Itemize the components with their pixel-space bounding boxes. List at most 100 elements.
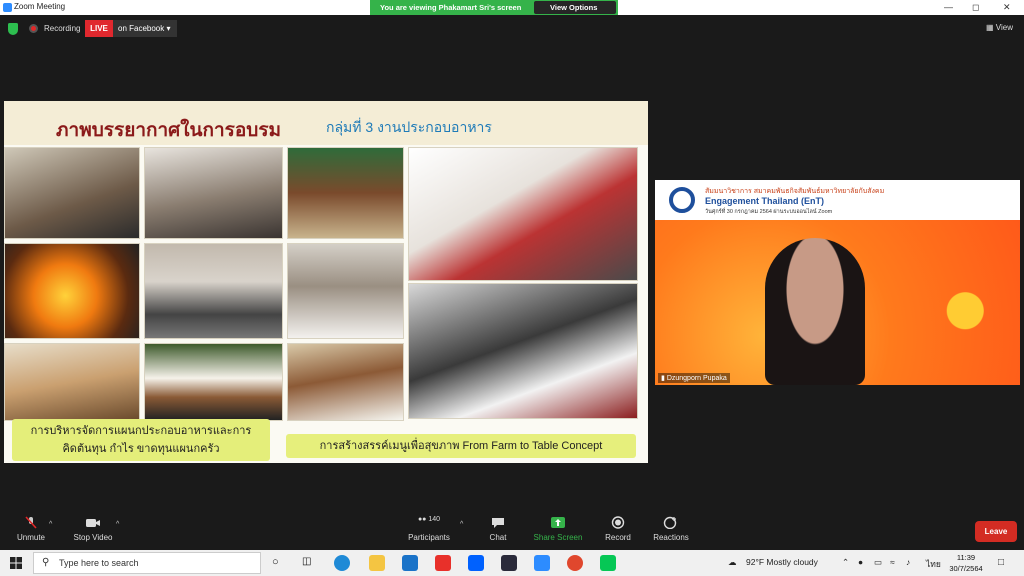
maximize-icon[interactable]: ◻ xyxy=(972,2,979,13)
video-options-caret-icon[interactable]: ^ xyxy=(116,521,119,528)
share-screen-label: Share Screen xyxy=(533,533,583,542)
meeting-status-bar: Recording LIVE on Facebook ▾ ▦ View xyxy=(0,16,1024,42)
windows-taskbar: ⚲ Type here to search ○ ◫ ☁ 92°F Mostly … xyxy=(0,550,1024,576)
weather-text[interactable]: 92°F Mostly cloudy xyxy=(746,557,818,567)
leave-button[interactable]: Leave xyxy=(975,521,1017,542)
share-screen-icon xyxy=(551,517,565,528)
signal-icon: ▮ xyxy=(661,375,665,382)
recording-icon xyxy=(29,24,38,33)
chat-button[interactable]: Chat xyxy=(485,516,511,542)
notification-icon[interactable]: □ xyxy=(998,557,1004,568)
photo-buffet xyxy=(287,343,404,421)
meeting-toolbar: Unmute ^ Stop Video ^ ●● 140 Participant… xyxy=(0,513,1024,549)
slide-caption-left: การบริหารจัดการแผนกประกอบอาหารและการ คิด… xyxy=(12,419,270,461)
weather-icon[interactable]: ☁ xyxy=(728,557,737,568)
windows-start-icon[interactable] xyxy=(10,557,22,569)
participants-caret-icon[interactable]: ^ xyxy=(460,521,463,528)
slide-subhead: กลุ่มที่ 3 งานประกอบอาหาร xyxy=(326,119,492,135)
slide-headline: ภาพบรรยากาศในการอบรม xyxy=(56,120,282,141)
unmute-button[interactable]: Unmute xyxy=(14,516,48,542)
banner-line-2: Engagement Thailand (EnT) xyxy=(705,196,825,206)
photo-plating xyxy=(408,283,638,419)
grid-icon: ▦ xyxy=(986,23,994,32)
participants-count-row: ●● 140 xyxy=(404,516,454,533)
recording-label: Recording xyxy=(44,24,81,33)
security-shield-icon[interactable] xyxy=(8,23,18,35)
view-button[interactable]: ▦ View xyxy=(986,23,1013,32)
reactions-button[interactable]: Reactions xyxy=(651,516,691,542)
zoom-logo-icon xyxy=(3,3,12,12)
unmute-label: Unmute xyxy=(16,533,45,542)
chrome-icon[interactable] xyxy=(567,555,583,571)
clock-date: 30/7/2564 xyxy=(949,564,983,573)
video-camera-icon xyxy=(86,519,100,527)
wifi-icon[interactable]: ≈ xyxy=(890,557,895,567)
tray-chevron-icon[interactable]: ⌃ xyxy=(842,557,849,568)
speaker-name-tag: ▮ Dzungporn Pupaka xyxy=(658,373,730,383)
clock-time: 11:39 xyxy=(956,553,976,562)
stop-video-button[interactable]: Stop Video xyxy=(70,516,116,542)
live-target-dropdown[interactable]: on Facebook ▾ xyxy=(113,20,177,37)
minimize-icon[interactable]: — xyxy=(944,2,953,12)
ent-logo-icon xyxy=(669,187,695,213)
record-button[interactable]: Record xyxy=(602,516,634,542)
record-label: Record xyxy=(605,533,631,542)
participants-count: 140 xyxy=(428,516,441,523)
battery-icon[interactable]: ▭ xyxy=(874,557,882,568)
photo-group-chefs xyxy=(144,243,283,339)
edge-icon[interactable] xyxy=(334,555,350,571)
slide-caption-right: การสร้างสรรค์เมนูเพื่อสุขภาพ From Farm t… xyxy=(286,434,636,458)
banner-line-3: วันศุกร์ที่ 30 กรกฎาคม 2564 ผ่านระบบออนไ… xyxy=(705,209,833,215)
record-icon xyxy=(611,516,625,529)
smiley-plus-icon xyxy=(663,516,677,529)
search-icon: ⚲ xyxy=(42,557,50,568)
close-icon[interactable]: ✕ xyxy=(1003,2,1011,13)
speaker-person xyxy=(765,238,865,385)
reactions-label: Reactions xyxy=(653,533,689,542)
language-indicator[interactable]: ไทย xyxy=(926,557,941,571)
app-red-icon[interactable] xyxy=(435,555,451,571)
dropbox-icon[interactable] xyxy=(468,555,484,571)
taskbar-search-box[interactable]: ⚲ Type here to search xyxy=(33,552,261,574)
speaker-name: Dzungporn Pupaka xyxy=(666,375,727,382)
photo-chef-demo xyxy=(144,147,283,239)
live-target-label: on Facebook xyxy=(118,24,165,33)
cortana-icon[interactable]: ○ xyxy=(272,556,279,568)
photo-classroom xyxy=(4,343,140,421)
window-titlebar: Zoom Meeting You are viewing Phakamart S… xyxy=(0,0,1024,15)
participants-button[interactable]: ●● 140 Participants xyxy=(404,516,454,542)
line-icon[interactable] xyxy=(600,555,616,571)
app-dark-icon[interactable] xyxy=(501,555,517,571)
photo-chef-grilling xyxy=(408,147,638,281)
speaker-volume-icon[interactable]: ♪ xyxy=(906,557,910,567)
task-view-icon[interactable]: ◫ xyxy=(302,556,311,567)
view-options-button[interactable]: View Options xyxy=(534,1,616,14)
chat-bubble-icon xyxy=(492,518,504,528)
chat-label: Chat xyxy=(489,533,507,542)
microphone-muted-icon xyxy=(25,516,37,529)
mic-tray-icon[interactable]: ● xyxy=(858,557,863,567)
photo-flambe xyxy=(4,243,140,339)
stop-video-label: Stop Video xyxy=(73,533,113,542)
photo-students-cooking xyxy=(4,147,140,239)
photo-dessert-platter xyxy=(144,343,283,421)
caption-left-line-1: การบริหารจัดการแผนกประกอบอาหารและการ xyxy=(30,425,252,437)
file-explorer-icon[interactable] xyxy=(369,555,385,571)
speaker-video-tile[interactable]: สัมมนาวิชาการ สมาคมพันธกิจสัมพันธ์มหาวิท… xyxy=(655,180,1020,385)
speaker-banner: สัมมนาวิชาการ สมาคมพันธกิจสัมพันธ์มหาวิท… xyxy=(655,180,1020,220)
people-icon: ●● xyxy=(417,516,427,523)
audio-options-caret-icon[interactable]: ^ xyxy=(49,521,52,528)
search-placeholder: Type here to search xyxy=(59,558,139,568)
share-screen-button[interactable]: Share Screen xyxy=(532,516,584,542)
viewing-text: You are viewing Phakamart Sri's screen xyxy=(380,3,522,12)
photo-skewers xyxy=(287,147,404,239)
zoom-taskbar-icon[interactable] xyxy=(534,555,550,571)
photo-dining-group xyxy=(287,243,404,339)
clock[interactable]: 11:39 30/7/2564 xyxy=(948,552,984,574)
mail-icon[interactable] xyxy=(402,555,418,571)
caption-left-line-2: คิดต้นทุน กำไร ขาดทุนแผนกครัว xyxy=(62,443,220,455)
live-badge: LIVE xyxy=(85,20,113,37)
participants-label: Participants xyxy=(408,533,450,542)
chevron-down-icon: ▾ xyxy=(166,24,171,33)
window-title: Zoom Meeting xyxy=(14,2,66,11)
